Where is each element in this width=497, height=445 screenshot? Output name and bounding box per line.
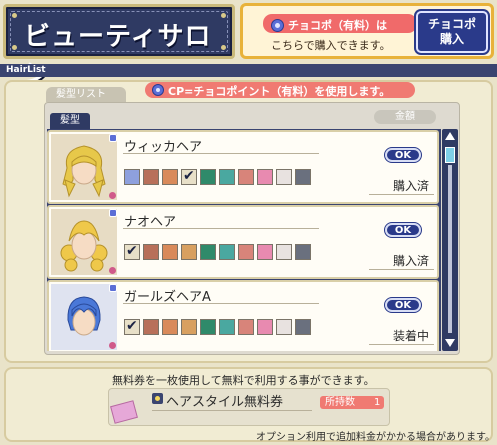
color-swatch[interactable] — [295, 319, 311, 335]
color-swatch[interactable] — [276, 244, 292, 260]
divider — [123, 228, 319, 229]
rivet — [12, 45, 17, 50]
scroll-up-arrow-icon[interactable] — [445, 132, 455, 140]
color-swatch[interactable] — [295, 244, 311, 260]
premium-badge — [109, 209, 117, 217]
scroll-down-arrow-icon[interactable] — [445, 339, 455, 347]
scroll-track[interactable] — [448, 165, 452, 333]
window-title-bar: HairList — [0, 64, 497, 77]
color-swatch[interactable]: ✔ — [124, 243, 140, 260]
color-swatch[interactable] — [238, 244, 254, 260]
favorite-pin-icon — [109, 267, 116, 274]
color-swatch[interactable] — [162, 319, 178, 335]
checkmark-icon: ✔ — [183, 168, 195, 184]
hair-thumbnail — [51, 209, 117, 275]
divider — [123, 303, 319, 304]
premium-badge — [109, 284, 117, 292]
premium-badge — [109, 134, 117, 142]
color-swatch[interactable] — [143, 244, 159, 260]
color-swatches: ✔ — [124, 318, 311, 335]
scroll-thumb[interactable] — [445, 147, 455, 163]
color-swatch[interactable] — [276, 319, 292, 335]
color-swatch[interactable] — [238, 169, 254, 185]
list-item[interactable]: ウィッカヘア ✔ OK 購入済 — [47, 130, 439, 204]
ok-button[interactable]: OK — [385, 223, 421, 237]
color-swatch[interactable] — [143, 319, 159, 335]
color-swatch[interactable] — [219, 244, 235, 260]
color-swatches: ✔ — [124, 243, 311, 260]
divider — [123, 153, 319, 154]
chocopo-coin-icon — [152, 84, 164, 96]
beauty-salon-window: ビューティサロン チョコポ（有料）は こちらで購入できます。 チョコポ 購入 H… — [0, 0, 497, 445]
color-swatch[interactable]: ✔ — [124, 318, 140, 335]
divider — [369, 269, 434, 270]
hair-thumbnail — [51, 284, 117, 350]
cp-note-text: CP=チョコポイント（有料）を使用します。 — [168, 85, 391, 98]
favorite-pin-icon — [109, 342, 116, 349]
hair-list: ウィッカヘア ✔ OK 購入済 ナオヘア ✔ OK 購入済 ガールズヘアA ✔ … — [47, 129, 441, 351]
divider — [369, 194, 434, 195]
hair-preview-icon — [60, 220, 108, 272]
color-swatch[interactable] — [162, 244, 178, 260]
color-swatch[interactable] — [276, 169, 292, 185]
ok-button[interactable]: OK — [385, 298, 421, 312]
item-status: 購入済 — [393, 179, 430, 193]
color-swatches: ✔ — [124, 168, 311, 185]
ticket-name: ヘアスタイル無料券 — [166, 395, 284, 410]
hair-preview-icon — [62, 145, 106, 198]
color-swatch[interactable] — [124, 169, 140, 185]
list-item[interactable]: ガールズヘアA ✔ OK 装着中 — [47, 280, 439, 351]
chocopo-coin-icon — [271, 19, 284, 32]
option-fee-note: オプション利用で追加料金がかかる場合があります。 — [256, 432, 495, 443]
price-column-header: 金額 — [374, 110, 436, 124]
color-swatch[interactable] — [162, 169, 178, 185]
color-swatch[interactable] — [181, 244, 197, 260]
free-ticket-info: 無料券を一枚使用して無料で利用する事ができます。 — [112, 374, 375, 387]
owned-count-value: 1 — [374, 397, 381, 408]
ticket-coin-icon — [152, 393, 163, 404]
chocopo-promo-box: チョコポ（有料）は こちらで購入できます。 チョコポ 購入 — [240, 3, 494, 59]
list-item[interactable]: ナオヘア ✔ OK 購入済 — [47, 205, 439, 279]
color-swatch[interactable] — [143, 169, 159, 185]
promo-line-2: こちらで購入できます。 — [271, 39, 391, 52]
color-swatch[interactable] — [257, 319, 273, 335]
hair-preview-icon — [67, 296, 101, 336]
window-title: HairList — [6, 65, 46, 75]
color-swatch[interactable] — [200, 319, 216, 335]
divider — [369, 344, 434, 345]
color-swatch[interactable]: ✔ — [181, 168, 197, 185]
promo-line-1: チョコポ（有料）は — [288, 19, 387, 32]
tab-hair-list[interactable]: 髪型リスト — [46, 87, 126, 102]
rivet — [12, 13, 17, 18]
color-swatch[interactable] — [181, 319, 197, 335]
item-status: 装着中 — [393, 329, 430, 343]
checkmark-icon: ✔ — [126, 243, 138, 259]
color-swatch[interactable] — [238, 319, 254, 335]
divider — [152, 410, 312, 411]
tab-hairstyle[interactable]: 髪型 — [50, 113, 90, 129]
item-status: 購入済 — [393, 254, 430, 268]
color-swatch[interactable] — [219, 169, 235, 185]
color-swatch[interactable] — [200, 244, 216, 260]
checkmark-icon: ✔ — [126, 318, 138, 334]
buy-chocopo-label: チョコポ 購入 — [427, 17, 476, 46]
page-title: ビューティサロン — [24, 22, 212, 89]
color-swatch[interactable] — [257, 244, 273, 260]
color-swatch[interactable] — [295, 169, 311, 185]
list-scrollbar[interactable] — [442, 129, 458, 351]
ok-button[interactable]: OK — [385, 148, 421, 162]
title-plate: ビューティサロン — [3, 4, 235, 89]
color-swatch[interactable] — [257, 169, 273, 185]
favorite-pin-icon — [109, 192, 116, 199]
color-swatch[interactable] — [219, 319, 235, 335]
color-swatch[interactable] — [200, 169, 216, 185]
buy-chocopo-button[interactable]: チョコポ 購入 — [416, 11, 488, 53]
hair-thumbnail — [51, 134, 117, 200]
